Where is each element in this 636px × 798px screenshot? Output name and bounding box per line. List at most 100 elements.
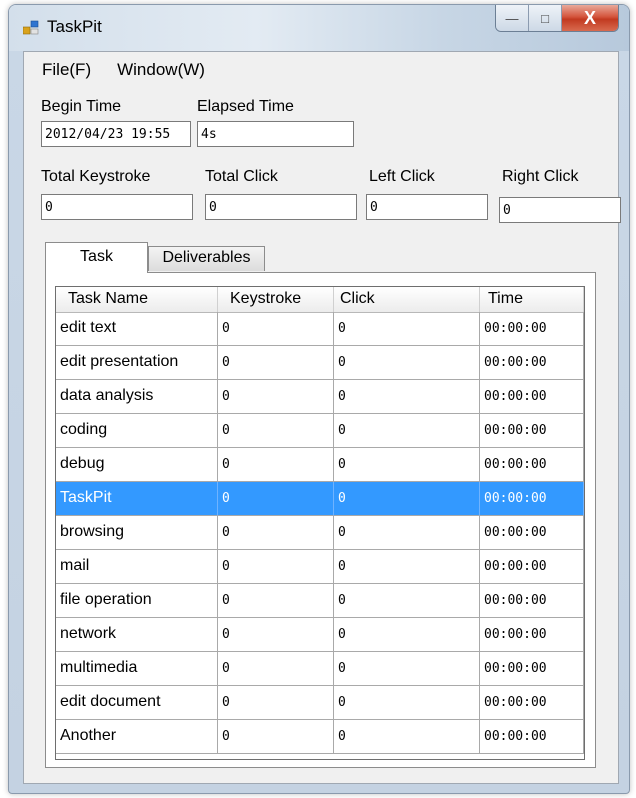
cell-keystroke[interactable]: 0 <box>218 414 334 448</box>
client-area: File(F) Window(W) Begin Time 2012/04/23 … <box>23 51 621 784</box>
cell-keystroke[interactable]: 0 <box>218 720 334 754</box>
column-header-task-name[interactable]: Task Name <box>56 287 218 312</box>
cell-task-name[interactable]: coding <box>56 414 218 448</box>
table-row[interactable]: debug 0 0 00:00:00 <box>56 448 584 482</box>
begin-time-label: Begin Time <box>41 98 122 115</box>
minimize-button[interactable]: — <box>496 5 529 31</box>
cell-time[interactable]: 00:00:00 <box>480 516 584 550</box>
cell-keystroke[interactable]: 0 <box>218 618 334 652</box>
cell-keystroke[interactable]: 0 <box>218 550 334 584</box>
grid-body: edit text 0 0 00:00:00 edit presentation 0 0 00… <box>56 312 584 754</box>
window-title: TaskPit <box>47 17 102 36</box>
elapsed-time-field[interactable]: 4s <box>197 121 354 147</box>
menu-bar: File(F) Window(W) <box>24 58 218 86</box>
cell-keystroke[interactable]: 0 <box>218 380 334 414</box>
cell-keystroke[interactable]: 0 <box>218 482 334 516</box>
cell-click[interactable]: 0 <box>334 414 480 448</box>
cell-time[interactable]: 00:00:00 <box>480 312 584 346</box>
close-button[interactable]: X <box>562 5 618 31</box>
cell-task-name[interactable]: edit document <box>56 686 218 720</box>
table-row[interactable]: data analysis 0 0 00:00:00 <box>56 380 584 414</box>
table-row[interactable]: file operation 0 0 00:00:00 <box>56 584 584 618</box>
cell-task-name[interactable]: Another <box>56 720 218 754</box>
tab-task[interactable]: Task <box>45 242 148 273</box>
cell-click[interactable]: 0 <box>334 550 480 584</box>
elapsed-time-label: Elapsed Time <box>197 98 294 115</box>
cell-click[interactable]: 0 <box>334 346 480 380</box>
maximize-icon: □ <box>541 10 549 26</box>
cell-time[interactable]: 00:00:00 <box>480 380 584 414</box>
cell-click[interactable]: 0 <box>334 686 480 720</box>
total-click-label: Total Click <box>205 168 278 185</box>
cell-time[interactable]: 00:00:00 <box>480 346 584 380</box>
cell-keystroke[interactable]: 0 <box>218 516 334 550</box>
column-header-time[interactable]: Time <box>480 287 584 312</box>
title-bar[interactable]: TaskPit — □ X <box>9 5 629 51</box>
cell-time[interactable]: 00:00:00 <box>480 482 584 516</box>
table-row[interactable]: multimedia 0 0 00:00:00 <box>56 652 584 686</box>
cell-task-name[interactable]: mail <box>56 550 218 584</box>
table-row[interactable]: network 0 0 00:00:00 <box>56 618 584 652</box>
maximize-button[interactable]: □ <box>529 5 562 31</box>
table-row[interactable]: coding 0 0 00:00:00 <box>56 414 584 448</box>
table-row[interactable]: mail 0 0 00:00:00 <box>56 550 584 584</box>
cell-time[interactable]: 00:00:00 <box>480 686 584 720</box>
cell-click[interactable]: 0 <box>334 720 480 754</box>
cell-task-name[interactable]: browsing <box>56 516 218 550</box>
cell-time[interactable]: 00:00:00 <box>480 448 584 482</box>
cell-task-name[interactable]: edit text <box>56 312 218 346</box>
table-row[interactable]: edit presentation 0 0 00:00:00 <box>56 346 584 380</box>
total-keystroke-field[interactable]: 0 <box>41 194 193 220</box>
total-keystroke-label: Total Keystroke <box>41 168 151 185</box>
app-window-icon[interactable] <box>23 20 39 36</box>
cell-keystroke[interactable]: 0 <box>218 584 334 618</box>
table-row[interactable]: TaskPit 0 0 00:00:00 <box>56 482 584 516</box>
cell-time[interactable]: 00:00:00 <box>480 618 584 652</box>
cell-click[interactable]: 0 <box>334 584 480 618</box>
cell-keystroke[interactable]: 0 <box>218 346 334 380</box>
table-row[interactable]: Another 0 0 00:00:00 <box>56 720 584 754</box>
left-click-field[interactable]: 0 <box>366 194 488 220</box>
task-tab-panel: Task Name Keystroke Click Time edit text… <box>45 272 596 768</box>
cell-time[interactable]: 00:00:00 <box>480 652 584 686</box>
cell-keystroke[interactable]: 0 <box>218 448 334 482</box>
cell-click[interactable]: 0 <box>334 380 480 414</box>
tab-deliverables[interactable]: Deliverables <box>148 246 265 271</box>
table-row[interactable]: edit text 0 0 00:00:00 <box>56 312 584 346</box>
cell-task-name[interactable]: file operation <box>56 584 218 618</box>
cell-task-name[interactable]: TaskPit <box>56 482 218 516</box>
cell-click[interactable]: 0 <box>334 652 480 686</box>
grid-header: Task Name Keystroke Click Time <box>56 287 584 313</box>
cell-time[interactable]: 00:00:00 <box>480 720 584 754</box>
cell-time[interactable]: 00:00:00 <box>480 584 584 618</box>
cell-task-name[interactable]: debug <box>56 448 218 482</box>
menu-file[interactable]: File(F) <box>24 58 104 86</box>
cell-keystroke[interactable]: 0 <box>218 686 334 720</box>
table-row[interactable]: browsing 0 0 00:00:00 <box>56 516 584 550</box>
cell-task-name[interactable]: multimedia <box>56 652 218 686</box>
begin-time-field[interactable]: 2012/04/23 19:55 <box>41 121 191 147</box>
right-click-field[interactable]: 0 <box>499 197 621 223</box>
total-click-field[interactable]: 0 <box>205 194 357 220</box>
task-grid[interactable]: Task Name Keystroke Click Time edit text… <box>55 286 585 760</box>
cell-task-name[interactable]: network <box>56 618 218 652</box>
cell-click[interactable]: 0 <box>334 482 480 516</box>
app-window: TaskPit — □ X File(F) Window(W) Begin Ti… <box>8 4 630 794</box>
table-row[interactable]: edit document 0 0 00:00:00 <box>56 686 584 720</box>
cell-keystroke[interactable]: 0 <box>218 652 334 686</box>
left-click-label: Left Click <box>369 168 435 185</box>
cell-click[interactable]: 0 <box>334 312 480 346</box>
column-header-click[interactable]: Click <box>334 287 480 312</box>
menu-window[interactable]: Window(W) <box>104 58 218 86</box>
cell-task-name[interactable]: edit presentation <box>56 346 218 380</box>
close-icon: X <box>583 7 596 28</box>
tab-deliverables-label: Deliverables <box>162 249 251 266</box>
cell-click[interactable]: 0 <box>334 448 480 482</box>
column-header-keystroke[interactable]: Keystroke <box>218 287 334 312</box>
cell-click[interactable]: 0 <box>334 516 480 550</box>
cell-keystroke[interactable]: 0 <box>218 312 334 346</box>
cell-time[interactable]: 00:00:00 <box>480 550 584 584</box>
cell-click[interactable]: 0 <box>334 618 480 652</box>
cell-time[interactable]: 00:00:00 <box>480 414 584 448</box>
cell-task-name[interactable]: data analysis <box>56 380 218 414</box>
